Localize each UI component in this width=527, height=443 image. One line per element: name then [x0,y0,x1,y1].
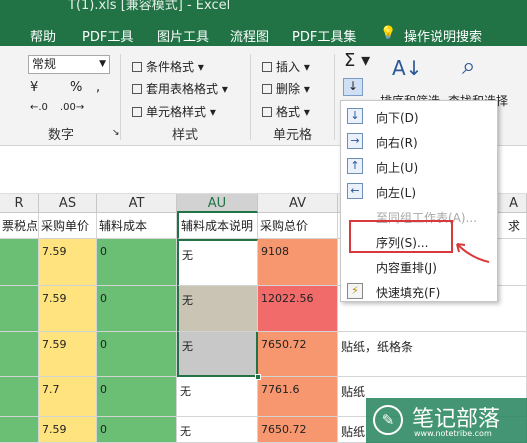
divider [250,54,251,140]
tab-flowchart[interactable]: 流程图 [230,26,269,45]
delete-button[interactable]: 删除 ▾ [262,80,310,97]
column-header-r[interactable]: R [0,194,39,213]
autosum-icon[interactable]: Σ ▾ [344,50,370,71]
conditional-format-icon [132,62,142,72]
fill-down-item[interactable]: ↓ 向下(D) [341,104,499,128]
field-header-aux-desc[interactable]: 辅料成本说明 [177,213,258,239]
flash-fill-item[interactable]: ⚡ 快速填充(F) [341,279,499,303]
field-header-aux-cost[interactable]: 辅料成本 [97,213,177,239]
tab-pdf-toolset[interactable]: PDF工具集 [292,26,356,45]
table-cell[interactable]: 无 [177,286,258,332]
format-button[interactable]: 格式 ▾ [262,103,310,120]
up-arrow-icon: ↑ [347,158,363,174]
fill-left-item[interactable]: ← 向左(L) [341,179,499,203]
window-title: T(1).xls [兼容模式] - Excel [68,0,231,13]
field-header-tax[interactable]: 票税点 [0,213,39,239]
field-header-total[interactable]: 采购总价 [258,213,338,239]
fill-right-item[interactable]: → 向右(R) [341,129,499,153]
sort-filter-icon[interactable]: A↓ [392,56,422,80]
format-as-table-button[interactable]: 套用表格格式 ▾ [132,80,228,97]
highlight-box [349,220,453,253]
table-cell[interactable]: 0 [97,417,177,443]
table-cell[interactable]: 0 [97,377,177,417]
conditional-format-button[interactable]: 条件格式 ▾ [132,58,204,75]
table-cell[interactable] [0,417,39,443]
tab-pdf-tools[interactable]: PDF工具 [82,26,133,45]
table-cell[interactable]: 0 [97,332,177,377]
tab-picture-tools[interactable]: 图片工具 [157,26,209,45]
table-cell[interactable]: 9108 [258,239,338,286]
table-cell[interactable] [0,332,39,377]
column-header-at[interactable]: AT [97,194,177,213]
group-styles: 样式 [172,128,199,143]
table-cell[interactable]: 7.59 [39,332,97,377]
table-cell[interactable] [0,286,39,332]
right-arrow-icon: → [347,133,363,149]
divider [120,54,121,140]
fill-menu: ↓ 向下(D) → 向右(R) ↑ 向上(U) ← 向左(L) 至同组工作表(A… [340,100,498,302]
table-cell[interactable]: 7650.72 [258,417,338,443]
table-cell[interactable]: 7761.6 [258,377,338,417]
watermark-url: www.notetribe.com [414,429,492,438]
insert-button[interactable]: 插入 ▾ [262,58,310,75]
format-icon [262,107,272,117]
delete-icon [262,84,272,94]
increase-decimal-button[interactable]: ←.0 [30,102,48,113]
left-arrow-icon: ← [347,183,363,199]
table-cell[interactable]: 无 [177,417,258,443]
down-arrow-icon: ↓ [347,108,363,124]
table-cell[interactable] [0,377,39,417]
title-bar: T(1).xls [兼容模式] - Excel [0,0,527,22]
table-cell[interactable]: 无 [177,239,258,286]
dialog-launcher-icon[interactable]: ↘ [112,128,120,138]
table-cell[interactable]: 7.59 [39,286,97,332]
column-header-au[interactable]: AU [177,194,258,213]
field-header-unit-price[interactable]: 采购单价 [39,213,97,239]
decrease-decimal-button[interactable]: .00→ [60,102,84,113]
cell-styles-button[interactable]: 单元格样式 ▾ [132,103,216,120]
tab-help[interactable]: 帮助 [30,26,56,45]
number-format-select[interactable]: 常规 ▼ [28,55,110,74]
table-cell[interactable]: 7.59 [39,417,97,443]
pen-icon: ✎ [373,405,403,435]
fill-handle[interactable] [255,374,261,380]
table-cell[interactable]: 0 [97,239,177,286]
watermark-logo: ✎ 笔记部落 www.notetribe.com [366,398,527,443]
annotation-arrow-icon [456,243,490,263]
search-icon[interactable]: ⌕ [462,52,475,80]
divider [334,54,335,140]
cell-style-icon [132,107,142,117]
table-cell[interactable]: 无 [177,377,258,417]
table-cell[interactable]: 7.7 [39,377,97,417]
table-cell[interactable] [0,239,39,286]
flash-fill-icon: ⚡ [347,283,363,299]
table-cell[interactable]: 贴纸，纸格条 [338,332,527,377]
group-cells: 单元格 [273,128,313,143]
comma-button[interactable]: , [96,80,100,95]
table-cell[interactable]: 7650.72 [258,332,338,377]
group-number: 数字 [48,128,75,143]
currency-button[interactable]: ¥ [30,80,38,95]
ribbon-tabs: 帮助 PDF工具 图片工具 流程图 PDF工具集 💡 操作说明搜索 [0,22,527,46]
column-header-av[interactable]: AV [258,194,338,213]
table-cell[interactable]: 12022.56 [258,286,338,332]
table-icon [132,84,142,94]
table-cell[interactable]: 无 [177,332,258,377]
fill-down-icon[interactable]: ↓ [343,78,363,96]
insert-icon [262,62,272,72]
percent-button[interactable]: % [70,80,82,95]
column-header-as[interactable]: AS [39,194,97,213]
table-cell[interactable]: 7.59 [39,239,97,286]
lightbulb-icon: 💡 [380,26,397,41]
fill-up-item[interactable]: ↑ 向上(U) [341,154,499,178]
chevron-down-icon: ▼ [99,59,106,69]
tell-me-search[interactable]: 操作说明搜索 [404,26,482,45]
number-format-value: 常规 [32,57,57,71]
table-cell[interactable]: 0 [97,286,177,332]
